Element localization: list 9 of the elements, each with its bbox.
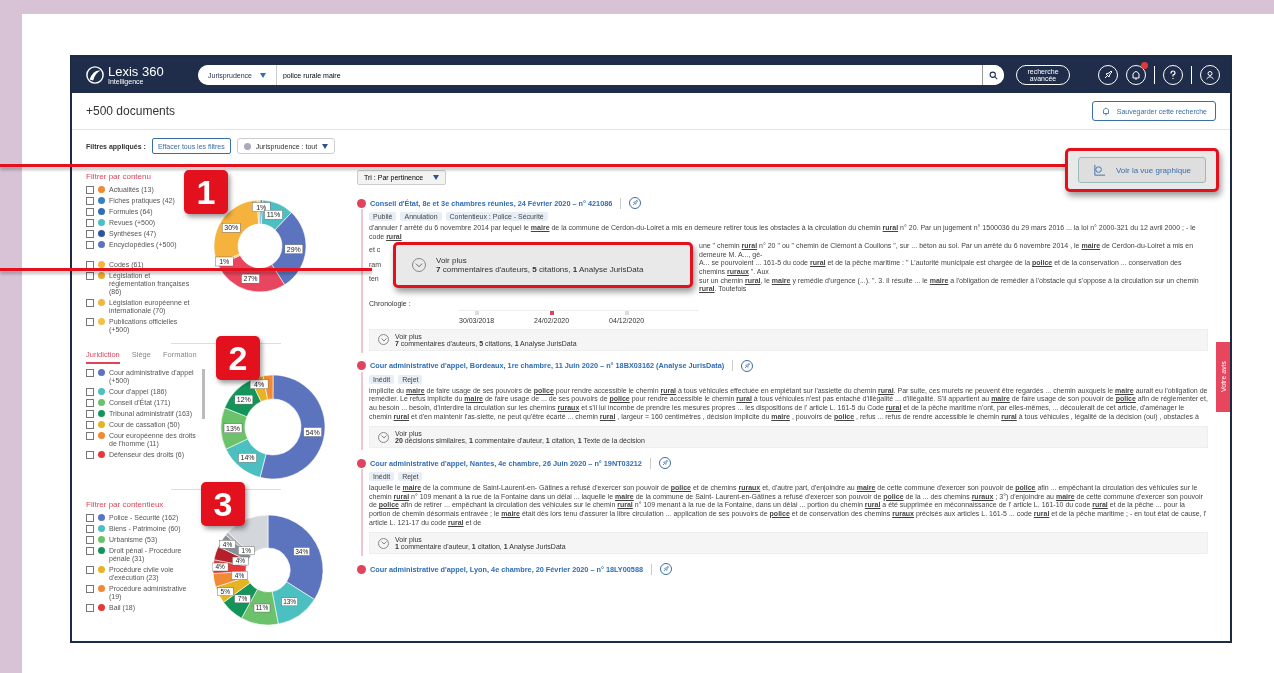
results-count: +500 documents: [86, 104, 176, 118]
filter-title: Filtrer par contenu: [86, 172, 152, 181]
logo-text: Lexis 360: [108, 65, 164, 78]
callout-number: 1: [184, 170, 228, 214]
callout-number: 2: [216, 336, 260, 380]
filter-title: Filtrer par contentieux: [86, 500, 165, 509]
callout-number: 3: [201, 482, 245, 526]
see-more-label: Voir plus: [436, 256, 468, 266]
see-more-summary: 7 commentaires d'auteurs, 5 citations, 1 Analyse JurisData: [436, 265, 644, 275]
